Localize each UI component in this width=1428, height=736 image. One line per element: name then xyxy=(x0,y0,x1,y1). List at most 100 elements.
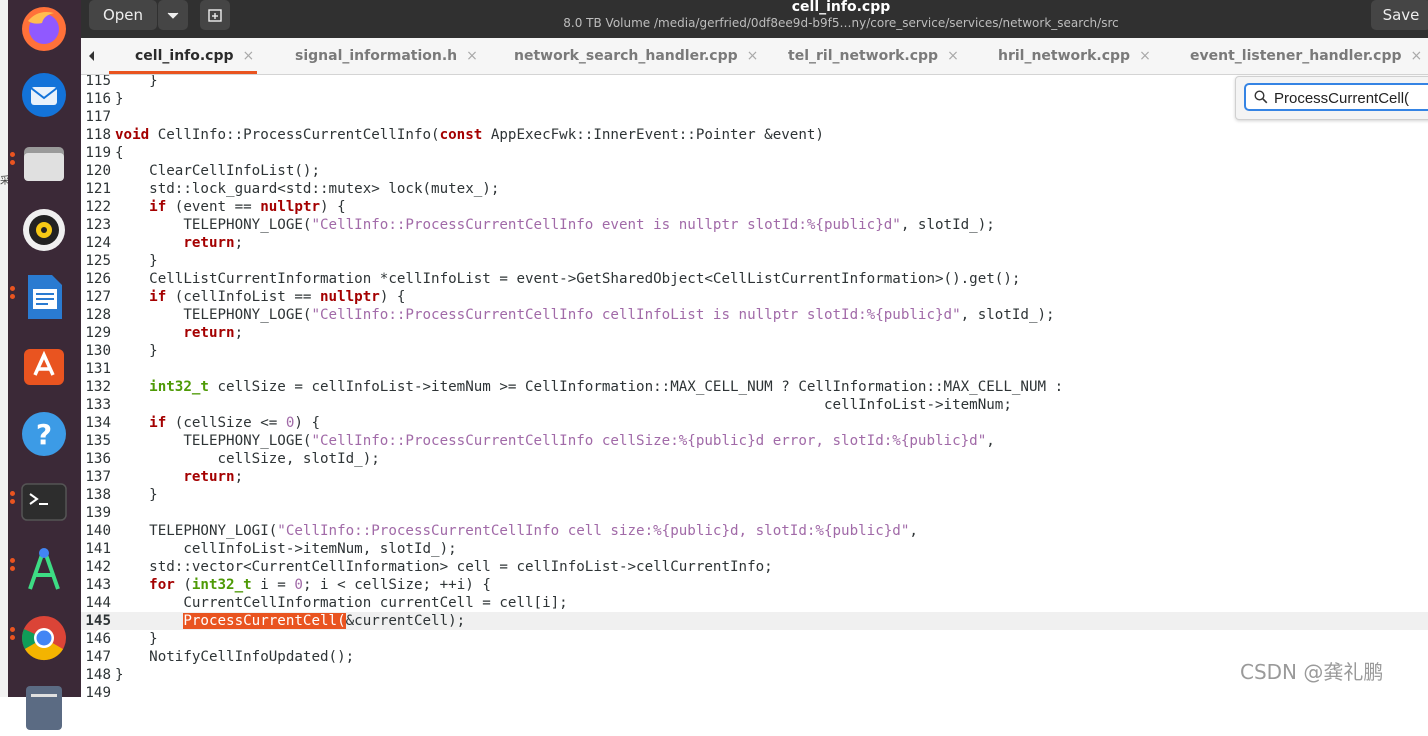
code-text: for (int32_t i = 0; i < cellSize; ++i) { xyxy=(149,577,491,593)
dock-item-terminal[interactable] xyxy=(18,476,70,528)
code-line[interactable]: 126 CellListCurrentInformation *cellInfo… xyxy=(81,270,1428,288)
running-indicator xyxy=(10,294,15,299)
code-line[interactable]: 120 ClearCellInfoList(); xyxy=(81,162,1428,180)
code-line[interactable]: 128 TELEPHONY_LOGE("CellInfo::ProcessCur… xyxy=(81,306,1428,324)
rhythmbox-icon xyxy=(23,209,65,251)
close-icon[interactable]: × xyxy=(243,48,255,64)
open-button[interactable]: Open xyxy=(89,0,157,30)
line-number: 139 xyxy=(85,505,111,521)
tab-tel-ril-network-cpp[interactable]: tel_ril_network.cpp × xyxy=(788,38,959,74)
dock-item-chrome[interactable] xyxy=(18,612,70,664)
line-number: 123 xyxy=(85,217,111,233)
search-field[interactable] xyxy=(1244,83,1428,111)
code-line[interactable]: 131 xyxy=(81,360,1428,378)
code-line[interactable]: 132 int32_t cellSize = cellInfoList->ite… xyxy=(81,378,1428,396)
code-line[interactable]: 115 } xyxy=(81,75,1428,90)
dock-item-ubuntu-software[interactable] xyxy=(18,339,70,391)
code-line[interactable]: 123 TELEPHONY_LOGE("CellInfo::ProcessCur… xyxy=(81,216,1428,234)
code-text: TELEPHONY_LOGE("CellInfo::ProcessCurrent… xyxy=(115,307,1055,323)
close-icon[interactable]: × xyxy=(466,48,478,64)
close-icon[interactable]: × xyxy=(947,48,959,64)
line-number: 131 xyxy=(85,361,111,377)
line-number: 141 xyxy=(85,541,111,557)
code-line[interactable]: 133 cellInfoList->itemNum; xyxy=(81,396,1428,414)
code-line[interactable]: 124 return; xyxy=(81,234,1428,252)
code-line[interactable]: 146 } xyxy=(81,630,1428,648)
code-line[interactable]: 125 } xyxy=(81,252,1428,270)
close-icon[interactable]: × xyxy=(1139,48,1151,64)
new-document-button[interactable] xyxy=(200,0,230,30)
code-line[interactable]: 129 return; xyxy=(81,324,1428,342)
code-line[interactable]: 122 if (event == nullptr) { xyxy=(81,198,1428,216)
code-line[interactable]: 118 void CellInfo::ProcessCurrentCellInfo… xyxy=(81,126,1428,144)
code-line[interactable]: 145 ProcessCurrentCell(&currentCell); xyxy=(81,612,1428,630)
code-line[interactable]: 130 } xyxy=(81,342,1428,360)
line-number: 115 xyxy=(85,75,111,89)
code-line[interactable]: 135 TELEPHONY_LOGE("CellInfo::ProcessCur… xyxy=(81,432,1428,450)
line-number: 133 xyxy=(85,397,111,413)
svg-text:?: ? xyxy=(36,418,52,451)
running-indicator xyxy=(10,627,15,632)
search-input[interactable] xyxy=(1274,87,1428,109)
tab-event-listener-handler-cpp[interactable]: event_listener_handler.cpp × xyxy=(1190,38,1422,74)
save-button[interactable]: Save xyxy=(1371,0,1428,30)
dock-item-firefox[interactable] xyxy=(18,3,70,55)
dock-item-thunderbird[interactable] xyxy=(18,69,70,121)
line-number: 140 xyxy=(85,523,111,539)
line-number: 119 xyxy=(85,145,111,161)
tab-signal-information-h[interactable]: signal_information.h × xyxy=(295,38,478,74)
code-line[interactable]: 137 return; xyxy=(81,468,1428,486)
code-line[interactable]: 143 for (int32_t i = 0; i < cellSize; ++… xyxy=(81,576,1428,594)
code-line[interactable]: 121 std::lock_guard<std::mutex> lock(mut… xyxy=(81,180,1428,198)
code-line[interactable]: 147 NotifyCellInfoUpdated(); xyxy=(81,648,1428,666)
code-text: } xyxy=(115,343,158,359)
dock-item-files[interactable] xyxy=(18,137,70,189)
code-line[interactable]: 139 xyxy=(81,504,1428,522)
thunderbird-icon xyxy=(22,73,66,117)
line-number: 132 xyxy=(85,379,111,395)
code-text: if (event == nullptr) { xyxy=(149,199,346,215)
code-editor[interactable]: 115 } 116} 117 118 void CellInfo::ProcessCur… xyxy=(81,75,1428,697)
running-indicator xyxy=(10,635,15,640)
code-line[interactable]: 148} xyxy=(81,666,1428,684)
close-icon[interactable]: × xyxy=(1411,48,1423,64)
tab-bar: cell_info.cpp × signal_information.h × netwo… xyxy=(81,38,1428,75)
tab-hril-network-cpp[interactable]: hril_network.cpp × xyxy=(998,38,1151,74)
line-number: 138 xyxy=(85,487,111,503)
code-line[interactable]: 136 cellSize, slotId_); xyxy=(81,450,1428,468)
code-line[interactable]: 119{ xyxy=(81,144,1428,162)
scroll-tabs-left-icon[interactable] xyxy=(87,50,97,62)
code-line[interactable]: 142 std::vector<CurrentCellInformation> … xyxy=(81,558,1428,576)
dock-item-android-studio[interactable] xyxy=(18,543,70,595)
code-line[interactable]: 144 CurrentCellInformation currentCell =… xyxy=(81,594,1428,612)
dock-item-libreoffice-writer[interactable] xyxy=(18,271,70,323)
code-line[interactable]: 134 if (cellSize <= 0) { xyxy=(81,414,1428,432)
code-line[interactable]: 140 TELEPHONY_LOGI("CellInfo::ProcessCur… xyxy=(81,522,1428,540)
new-tab-icon xyxy=(208,9,222,22)
code-line[interactable]: 116} xyxy=(81,90,1428,108)
close-icon[interactable]: × xyxy=(747,48,759,64)
watermark: CSDN @龚礼鹏 xyxy=(1240,660,1384,684)
recent-files-dropdown-button[interactable] xyxy=(158,0,188,30)
code-text: } xyxy=(115,91,124,107)
dock-item-text-editor[interactable] xyxy=(18,680,70,732)
tab-network-search-handler-cpp[interactable]: network_search_handler.cpp × xyxy=(514,38,758,74)
code-text: return; xyxy=(183,325,244,341)
line-number: 146 xyxy=(85,631,111,647)
line-number: 143 xyxy=(85,577,111,593)
code-text: void CellInfo::ProcessCurrentCellInfo(co… xyxy=(115,127,824,143)
code-line[interactable]: 127 if (cellInfoList == nullptr) { xyxy=(81,288,1428,306)
code-line[interactable]: 149 xyxy=(81,684,1428,697)
dock-item-help[interactable]: ? xyxy=(18,408,70,460)
line-number: 120 xyxy=(85,163,111,179)
dock-item-rhythmbox[interactable] xyxy=(18,204,70,256)
code-text: } xyxy=(115,253,158,269)
code-text: CellListCurrentInformation *cellInfoList… xyxy=(115,271,1021,287)
line-number: 117 xyxy=(85,109,111,125)
tab-cell-info-cpp[interactable]: cell_info.cpp × xyxy=(135,38,254,74)
code-text: } xyxy=(115,667,124,683)
code-line[interactable]: 138 } xyxy=(81,486,1428,504)
code-line[interactable]: 141 cellInfoList->itemNum, slotId_); xyxy=(81,540,1428,558)
firefox-icon xyxy=(22,7,66,51)
code-line[interactable]: 117 xyxy=(81,108,1428,126)
